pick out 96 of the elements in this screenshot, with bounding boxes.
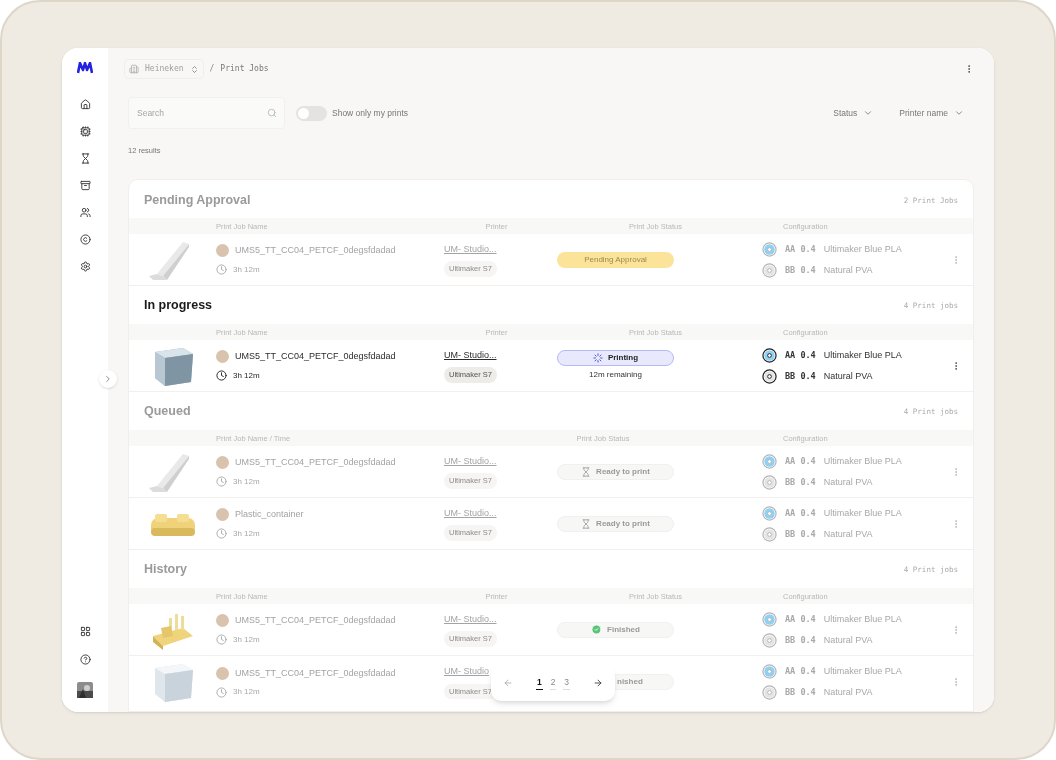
print-time: 3h 12m [233,527,260,540]
print-time: 3h 12m [233,369,260,382]
hourglass-icon [581,518,592,529]
remaining-time: 12m remaining [588,369,643,382]
nozzle-size: AA 0.4 [785,454,816,468]
material-name: Ultimaker Blue PLA [823,454,902,468]
printer-link[interactable]: UM- Studio... [444,612,497,627]
printer-link[interactable]: UM- Studio... [444,454,497,469]
print-time: 3h 12m [233,633,260,646]
nozzle-size: AA 0.4 [785,242,816,256]
status-badge: Finished [557,621,674,638]
print-time: 3h 12m [233,263,260,276]
printer-link[interactable]: UM- Studio [444,665,489,679]
avatar [216,456,229,470]
breadcrumb-separator: / [209,63,215,75]
users-icon[interactable] [79,207,91,218]
nozzle-size: AA 0.4 [785,506,816,520]
clock-icon [216,634,227,645]
material-name: Natural PVA [823,686,873,699]
job-name: Plastic_container [235,508,304,521]
next-page-icon[interactable] [593,678,603,688]
job-name: UMS5_TT_CC04_PETCF_0degsfdadad [235,456,396,469]
material-name: Natural PVA [823,263,873,277]
job-name: UMS5_TT_CC04_PETCF_0degsfdadad [235,350,396,363]
avatar [216,666,229,680]
printer-link[interactable]: UM- Studio... [444,242,497,257]
clock-icon [216,686,227,698]
search-field[interactable]: Search [128,97,285,129]
nozzle-size: BB 0.4 [785,633,816,647]
material-name: Natural PVA [823,475,873,489]
status-badge: Pending Approval [557,251,674,268]
avatar [216,614,229,628]
chip-icon[interactable] [79,126,91,137]
page-title: Print Jobs [220,63,269,75]
copyright-icon[interactable] [79,234,91,245]
apps-icon[interactable] [79,626,91,637]
print-time: 3h 12m [233,686,260,698]
material-name: Natural PVA [823,633,873,647]
material-name: Ultimaker Blue PLA [823,242,902,256]
print-time: 3h 12m [233,475,260,488]
status-badge: Ready to print [557,515,674,532]
building-icon [129,64,139,74]
check-icon [591,624,603,636]
page-number[interactable]: 2 [549,676,557,690]
material-name: Ultimaker Blue PLA [823,612,902,626]
chevron-down-icon [863,108,874,118]
nozzle-size: AA 0.4 [785,348,816,362]
chevron-right-icon [103,374,113,384]
printer-link[interactable]: UM- Studio... [444,506,497,521]
nozzle-size: AA 0.4 [785,612,816,626]
clock-icon [216,264,227,275]
nozzle-size: BB 0.4 [785,527,816,541]
filter-dropdown[interactable]: Printer name [899,106,964,120]
toggle-label: Show only my prints [332,106,409,120]
material-name: Ultimaker Blue PLA [823,506,902,520]
job-name: UMS5_TT_CC04_PETCF_0degsfdadad [235,666,396,680]
avatar [216,508,229,522]
toggle-switch[interactable] [296,105,327,121]
job-name: UMS5_TT_CC04_PETCF_0degsfdadad [235,244,396,257]
help-icon[interactable] [79,654,91,665]
section-title: History [144,560,188,578]
clock-icon [216,476,227,487]
nozzle-size: BB 0.4 [785,686,816,700]
nozzle-size: BB 0.4 [785,263,816,277]
settings-icon[interactable] [79,261,91,272]
material-name: Natural PVA [823,369,873,383]
nozzle-size: BB 0.4 [785,369,816,383]
hourglass-icon[interactable] [79,153,91,164]
section-title: Queued [144,402,191,420]
material-name: Natural PVA [823,527,873,541]
home-icon[interactable] [79,99,91,110]
page-number[interactable]: 1 [535,676,543,690]
chevron-updown-icon [189,64,199,74]
workspace-selector[interactable]: Heineken [124,59,204,79]
status-badge: Ready to print [557,463,674,480]
material-name: Ultimaker Blue PLA [823,665,902,678]
status-badge: Printing [557,350,674,367]
nozzle-size: AA 0.4 [785,665,816,679]
avatar [216,244,229,258]
clock-icon [216,528,227,539]
spinner-icon [592,353,603,364]
search-icon [267,108,277,118]
hourglass-icon [581,466,592,477]
section-title: In progress [144,296,213,314]
filter-dropdown[interactable]: Status [833,106,874,120]
clock-icon [216,370,227,381]
avatar [216,350,229,364]
logo [77,62,93,74]
section-title: Pending Approval [144,191,251,209]
page-number[interactable]: 3 [563,676,571,690]
job-name: UMS5_TT_CC04_PETCF_0degsfdadad [235,614,396,627]
material-name: Ultimaker Blue PLA [823,348,902,362]
printer-link[interactable]: UM- Studio... [444,348,497,363]
nozzle-size: BB 0.4 [785,475,816,489]
box-icon[interactable] [79,180,91,191]
chevron-down-icon [954,108,964,118]
